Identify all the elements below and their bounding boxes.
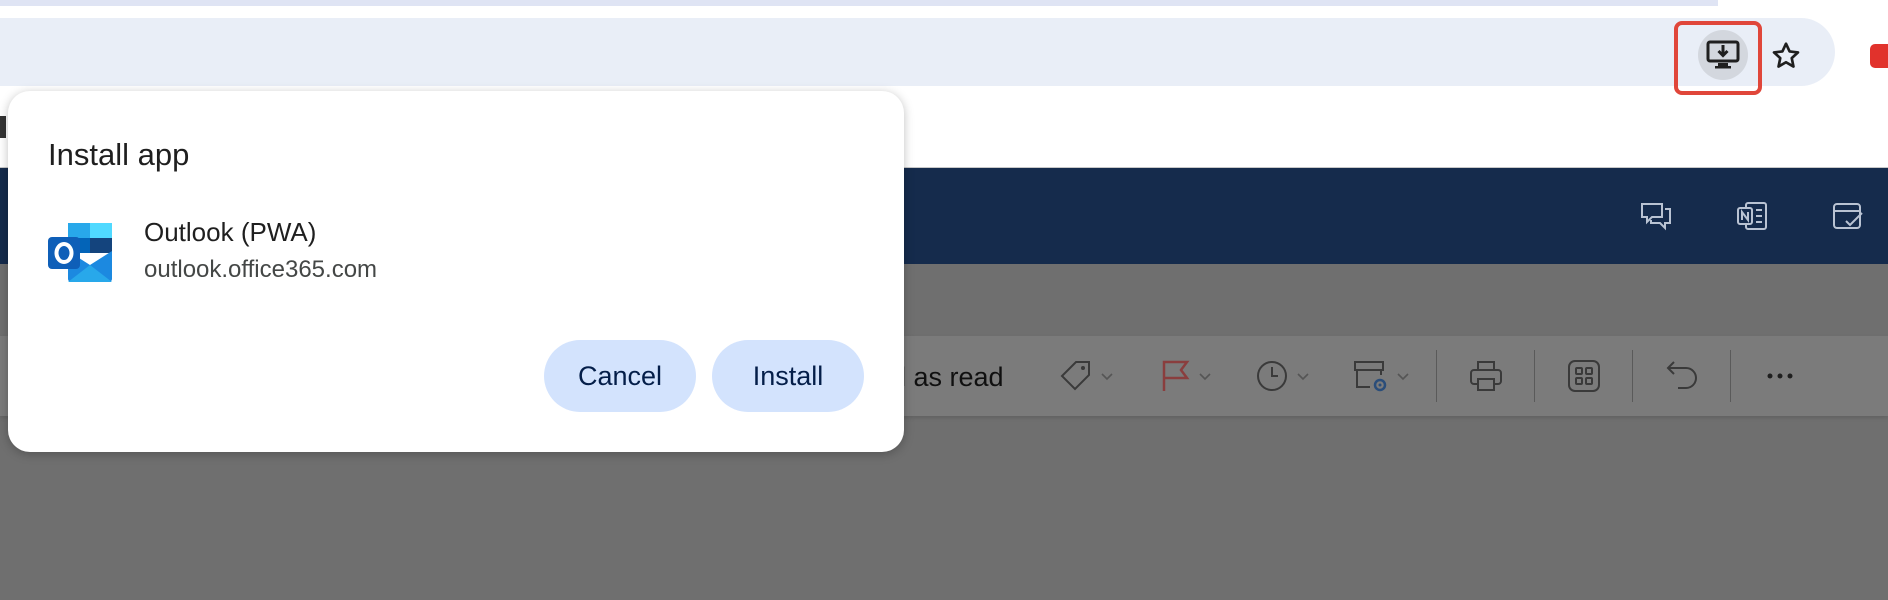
more-options-button[interactable] bbox=[1762, 356, 1798, 396]
undo-button[interactable] bbox=[1664, 356, 1700, 396]
todo-icon[interactable] bbox=[1830, 198, 1866, 234]
more-icon bbox=[1767, 373, 1793, 379]
print-icon bbox=[1470, 361, 1502, 391]
address-bar[interactable] bbox=[0, 18, 1835, 86]
chevron-down-icon bbox=[1297, 373, 1309, 381]
categorize-button[interactable] bbox=[1058, 356, 1114, 396]
chevron-down-icon bbox=[1397, 373, 1409, 381]
chat-icon[interactable] bbox=[1638, 198, 1674, 234]
youtube-extension-icon[interactable] bbox=[1870, 44, 1888, 68]
dialog-title: Install app bbox=[48, 137, 190, 172]
separator bbox=[1436, 350, 1437, 402]
flag-icon bbox=[1162, 360, 1190, 391]
outlook-app-icon bbox=[48, 223, 112, 282]
highlight-box bbox=[1674, 21, 1762, 95]
onenote-icon[interactable] bbox=[1734, 198, 1770, 234]
flag-button[interactable] bbox=[1158, 356, 1212, 396]
star-icon bbox=[1772, 42, 1800, 68]
chevron-down-icon bbox=[1101, 373, 1113, 381]
cancel-button[interactable]: Cancel bbox=[544, 340, 696, 412]
bookmark-button[interactable] bbox=[1766, 36, 1806, 76]
bookmark-item-fragment[interactable] bbox=[0, 116, 6, 138]
mark-all-as-read-button[interactable]: ll as read bbox=[894, 362, 1004, 393]
print-button[interactable] bbox=[1468, 356, 1504, 396]
chevron-down-icon bbox=[1199, 373, 1211, 381]
archive-settings-icon bbox=[1354, 361, 1387, 392]
separator bbox=[1534, 350, 1535, 402]
apps-button[interactable] bbox=[1566, 356, 1602, 396]
tag-icon bbox=[1060, 361, 1090, 391]
install-button[interactable]: Install bbox=[712, 340, 864, 412]
snooze-button[interactable] bbox=[1254, 356, 1310, 396]
browser-toolbar bbox=[0, 6, 1888, 100]
undo-icon bbox=[1666, 361, 1697, 389]
app-name: Outlook (PWA) bbox=[144, 217, 317, 247]
app-origin: outlook.office365.com bbox=[144, 256, 378, 283]
separator bbox=[1730, 350, 1731, 402]
install-app-dialog: Install app Outlook (PWA) outlook.office… bbox=[8, 91, 904, 452]
apps-grid-icon bbox=[1568, 360, 1600, 392]
rules-button[interactable] bbox=[1352, 356, 1410, 396]
clock-icon bbox=[1257, 361, 1287, 391]
separator bbox=[1632, 350, 1633, 402]
